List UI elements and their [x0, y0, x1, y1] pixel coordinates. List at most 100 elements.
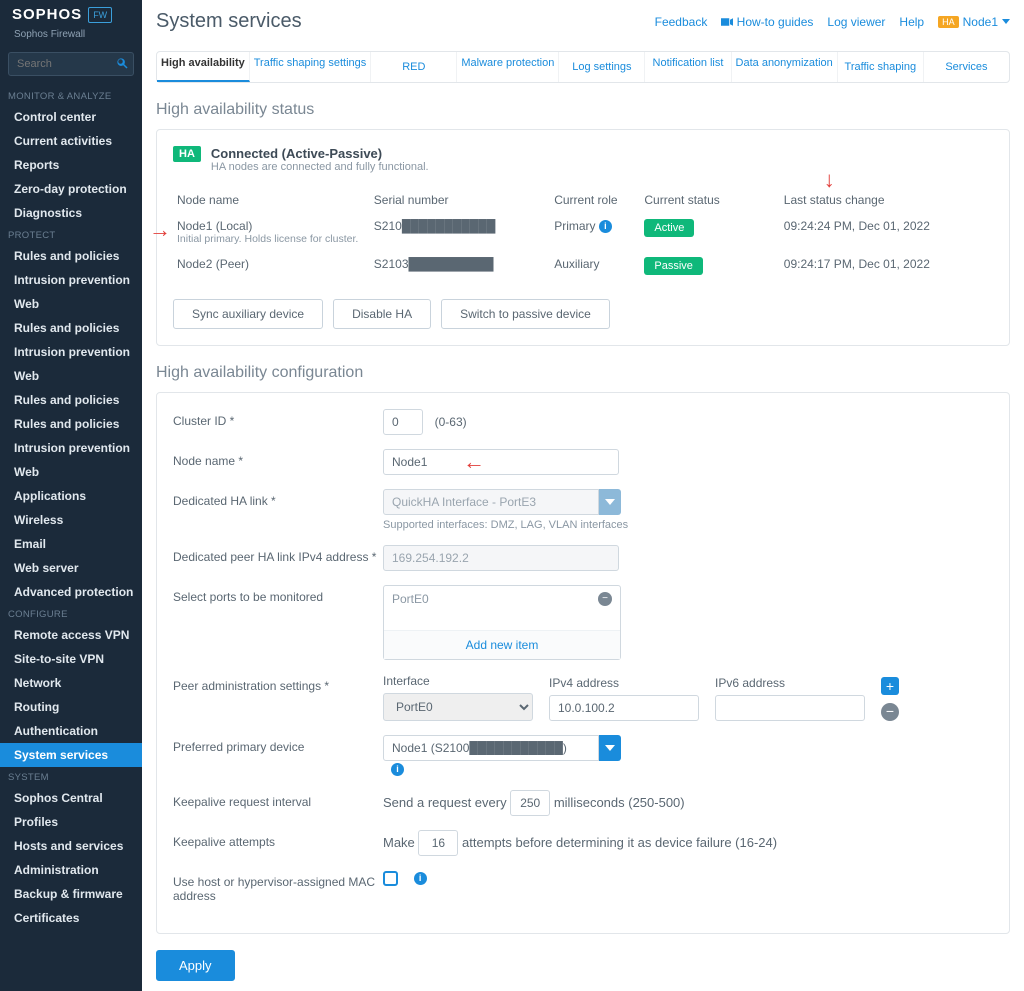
peer-ip-input[interactable] [383, 545, 619, 571]
nav-item[interactable]: Control center [0, 105, 142, 129]
ha-status-table: Node nameSerial numberCurrent roleCurren… [173, 187, 993, 281]
nav-item[interactable]: Current activities [0, 129, 142, 153]
node-selector[interactable]: HA Node1 [938, 15, 1010, 29]
chevron-down-icon [605, 499, 615, 505]
link-feedback[interactable]: Feedback [655, 15, 708, 29]
remove-peer-row-icon[interactable]: − [881, 703, 899, 721]
nav-item[interactable]: Rules and policies [0, 316, 142, 340]
sync-auxiliary-button[interactable]: Sync auxiliary device [173, 299, 323, 329]
tab[interactable]: Data anonymization [732, 52, 838, 82]
nav-item[interactable]: Intrusion prevention [0, 340, 142, 364]
nav-item[interactable]: Applications [0, 484, 142, 508]
nav-item[interactable]: Rules and policies [0, 244, 142, 268]
label-peer-admin: Peer administration settings * [173, 674, 383, 693]
nav-item[interactable]: Web server [0, 556, 142, 580]
switch-passive-button[interactable]: Switch to passive device [441, 299, 610, 329]
cluster-id-input[interactable] [383, 409, 423, 435]
tab[interactable]: RED [371, 52, 457, 82]
label-preferred-primary: Preferred primary device [173, 735, 383, 754]
apply-button[interactable]: Apply [156, 950, 235, 981]
annotation-arrow-node1: → [149, 217, 171, 243]
link-logviewer[interactable]: Log viewer [827, 15, 885, 29]
ha-link-dropdown-button[interactable] [599, 489, 621, 515]
nav-item[interactable]: Wireless [0, 508, 142, 532]
preferred-primary-dropdown-button[interactable] [599, 735, 621, 761]
keepalive-attempts-input[interactable] [418, 830, 458, 856]
nav-item[interactable]: Rules and policies [0, 388, 142, 412]
nav-item[interactable]: Sophos Central [0, 786, 142, 810]
nav-section-header: PROTECT [0, 225, 142, 244]
label-peer-ipv4: IPv4 address [549, 676, 699, 690]
use-host-mac-checkbox[interactable] [383, 871, 398, 886]
brand-badge: FW [88, 7, 112, 23]
tab[interactable]: Log settings [559, 52, 645, 82]
peer-interface-select[interactable]: PortE0 [383, 693, 533, 721]
nav-item[interactable]: Intrusion prevention [0, 436, 142, 460]
nav-item[interactable]: Web [0, 292, 142, 316]
preferred-primary-select[interactable] [383, 735, 599, 761]
tabs: High availabilityTraffic shaping setting… [156, 51, 1010, 83]
keepalive-ms-input[interactable] [510, 790, 550, 816]
status-col-header: Current status [640, 187, 779, 213]
node-name-input[interactable] [383, 449, 619, 475]
disable-ha-button[interactable]: Disable HA [333, 299, 431, 329]
keepalive-prefix: Send a request every [383, 795, 507, 810]
nav-section-header: MONITOR & ANALYZE [0, 86, 142, 105]
nav-item[interactable]: Certificates [0, 906, 142, 930]
add-peer-row-icon[interactable]: + [881, 677, 899, 695]
nav-section-header: CONFIGURE [0, 604, 142, 623]
tab[interactable]: Traffic shaping settings [250, 52, 372, 82]
tab[interactable]: Malware protection [457, 52, 559, 82]
attempts-prefix: Make [383, 835, 415, 850]
nav-item[interactable]: System services [0, 743, 142, 767]
status-row: →Node1 (Local)Initial primary. Holds lic… [173, 213, 993, 251]
peer-ipv4-input[interactable] [549, 695, 699, 721]
nav-item[interactable]: Rules and policies [0, 412, 142, 436]
nav-item[interactable]: Diagnostics [0, 201, 142, 225]
status-col-header: Node name [173, 187, 370, 213]
tab[interactable]: High availability [157, 52, 250, 82]
monitor-port-label: PortE0 [392, 592, 429, 606]
label-peer-ip: Dedicated peer HA link IPv4 address * [173, 545, 383, 564]
nav-item[interactable]: Network [0, 671, 142, 695]
link-howto[interactable]: How-to guides [721, 15, 813, 29]
tab[interactable]: Services [924, 52, 1009, 82]
nav-item[interactable]: Backup & firmware [0, 882, 142, 906]
nav-item[interactable]: Site-to-site VPN [0, 647, 142, 671]
nav-item[interactable]: Web [0, 460, 142, 484]
sidebar: SOPHOS FW Sophos Firewall MONITOR & ANAL… [0, 0, 142, 991]
link-help[interactable]: Help [899, 15, 924, 29]
info-icon[interactable]: i [414, 872, 427, 885]
status-col-header: ↓Last status change [780, 187, 993, 213]
label-ha-link: Dedicated HA link * [173, 489, 383, 508]
nav-item[interactable]: Authentication [0, 719, 142, 743]
add-new-item-button[interactable]: Add new item [384, 630, 620, 659]
nav-item[interactable]: Administration [0, 858, 142, 882]
remove-icon[interactable]: − [598, 592, 612, 606]
peer-ipv6-input[interactable] [715, 695, 865, 721]
cluster-id-range: (0-63) [435, 415, 467, 429]
nav-item[interactable]: Reports [0, 153, 142, 177]
nav-section-header: SYSTEM [0, 767, 142, 786]
tab[interactable]: Traffic shaping [838, 52, 924, 82]
nav-item[interactable]: Hosts and services [0, 834, 142, 858]
nav-item[interactable]: Advanced protection [0, 580, 142, 604]
ha-link-select[interactable] [383, 489, 599, 515]
search-icon[interactable] [116, 57, 128, 72]
nav-item[interactable]: Remote access VPN [0, 623, 142, 647]
info-icon[interactable]: i [599, 220, 612, 233]
annotation-arrow-nodename: ← [463, 449, 485, 475]
nav-item[interactable]: Routing [0, 695, 142, 719]
tab[interactable]: Notification list [645, 52, 731, 82]
ha-status-title: High availability status [156, 101, 1010, 119]
nav-item[interactable]: Zero-day protection [0, 177, 142, 201]
nav-item[interactable]: Intrusion prevention [0, 268, 142, 292]
brand-name: SOPHOS [12, 6, 82, 23]
nav-item[interactable]: Email [0, 532, 142, 556]
info-icon[interactable]: i [391, 763, 404, 776]
node-badge-icon: HA [938, 16, 959, 28]
ha-status-sub: HA nodes are connected and fully functio… [211, 161, 429, 173]
nav-item[interactable]: Web [0, 364, 142, 388]
nav-item[interactable]: Profiles [0, 810, 142, 834]
attempts-suffix: attempts before determining it as device… [462, 835, 777, 850]
